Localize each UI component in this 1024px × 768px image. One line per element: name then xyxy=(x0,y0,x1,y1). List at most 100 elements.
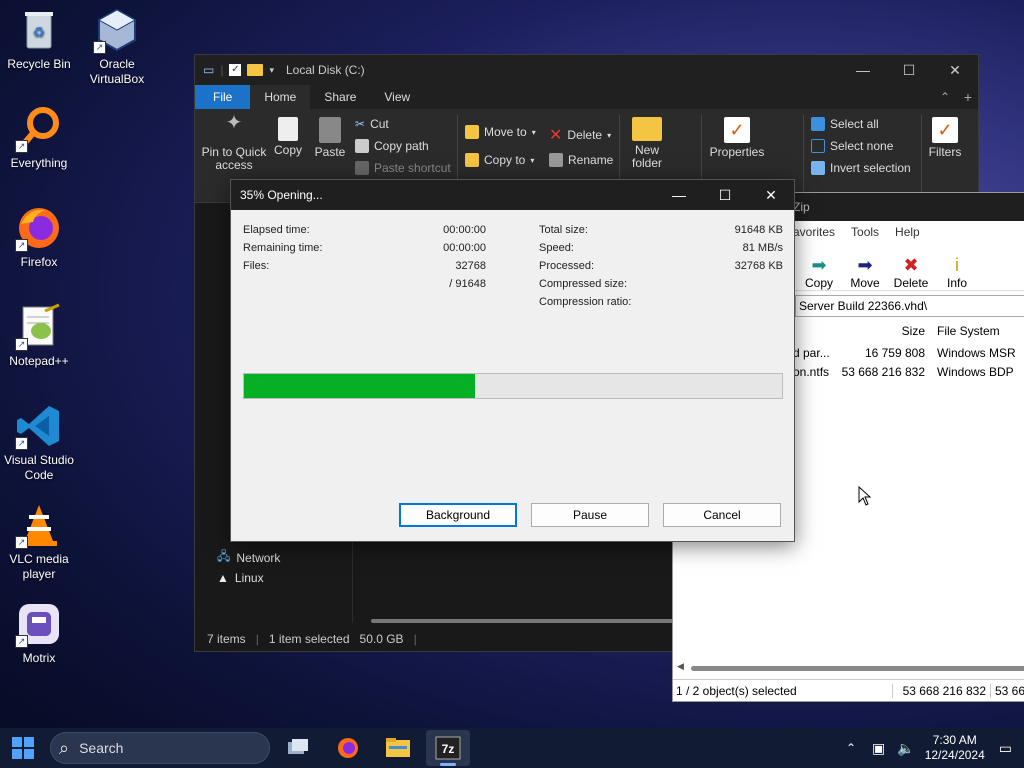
progress-bar xyxy=(243,373,783,399)
desktop-icon-vscode[interactable]: ↗ Visual Studio Code xyxy=(0,402,78,483)
filters-button[interactable]: ✓ Filters xyxy=(927,117,963,159)
shortcut-arrow-icon: ↗ xyxy=(15,635,28,648)
move-to-icon xyxy=(465,125,479,139)
file-size: 53 668 216 832 xyxy=(841,364,925,379)
show-hidden-icons-chevron-icon[interactable]: ⌃ xyxy=(846,741,856,755)
notepad-plus-plus-icon: ↗ xyxy=(15,303,63,351)
background-button[interactable]: Background xyxy=(399,503,517,527)
volume-muted-icon[interactable]: 🔈 xyxy=(897,740,914,757)
taskbar-firefox[interactable] xyxy=(326,730,370,766)
taskbar-search-box[interactable]: ⌕ Search xyxy=(50,732,270,764)
column-file-system[interactable]: File System xyxy=(933,324,1024,338)
scroll-thumb[interactable] xyxy=(691,666,1024,671)
desktop-icon-label: Oracle VirtualBox xyxy=(89,57,145,86)
start-button[interactable] xyxy=(0,728,46,768)
tab-share[interactable]: Share xyxy=(310,85,370,109)
vscode-icon: ↗ xyxy=(15,402,63,450)
filters-icon: ✓ xyxy=(932,117,958,143)
pause-button[interactable]: Pause xyxy=(531,503,649,527)
desktop-icon-label: Firefox xyxy=(20,255,58,269)
taskbar-clock[interactable]: 7:30 AM 12/24/2024 xyxy=(925,733,985,763)
help-plus-icon[interactable]: + xyxy=(964,89,972,105)
menu-favorites[interactable]: avorites xyxy=(793,225,835,239)
new-folder-button[interactable]: New folder xyxy=(627,117,667,170)
total-size-value: 91648 KB xyxy=(734,224,783,236)
close-button[interactable]: ✕ xyxy=(748,180,794,210)
rename-button[interactable]: Rename xyxy=(549,153,613,167)
properties-check-icon[interactable]: ✓ xyxy=(229,64,242,76)
network-icon[interactable]: ▣ xyxy=(872,740,885,757)
column-size[interactable]: Size xyxy=(833,324,933,338)
nav-item-network[interactable]: 🖧 Network xyxy=(217,547,280,568)
menu-help[interactable]: Help xyxy=(895,225,920,239)
extract-progress-dialog: 35% Opening... — ☐ ✕ Elapsed time: 00:00… xyxy=(230,179,795,542)
invert-selection-button[interactable]: Invert selection xyxy=(811,161,911,175)
pin-quick-access-button[interactable]: ✦ Pin to Quick access xyxy=(201,113,267,172)
tab-file[interactable]: File xyxy=(195,85,251,109)
desktop-icon-vlc[interactable]: ↗ VLC media player xyxy=(0,501,78,582)
zip-tool-label: Copy xyxy=(804,276,833,290)
delete-button[interactable]: ✕ Delete ▾ xyxy=(549,125,611,145)
zip-info-button[interactable]: i Info xyxy=(939,254,975,290)
select-all-button[interactable]: Select all xyxy=(811,117,879,131)
copy-arrow-icon: ➡ xyxy=(811,255,827,275)
move-to-button[interactable]: Move to ▾ xyxy=(465,125,536,139)
select-none-button[interactable]: Select none xyxy=(811,139,893,153)
processed-label: Processed: xyxy=(539,260,595,272)
paste-shortcut-button[interactable]: Paste shortcut xyxy=(355,161,451,175)
properties-button[interactable]: ✓ Properties xyxy=(709,117,765,159)
7zip-icon: 7z xyxy=(435,736,461,760)
svg-text:♻: ♻ xyxy=(33,24,46,40)
desktop-icon-recycle-bin[interactable]: ♻ Recycle Bin xyxy=(0,6,78,72)
copy-button[interactable]: Copy xyxy=(271,117,305,157)
cut-button[interactable]: ✂ Cut xyxy=(355,117,389,131)
delete-label: Delete xyxy=(567,128,603,142)
menu-tools[interactable]: Tools xyxy=(851,225,879,239)
select-none-label: Select none xyxy=(830,139,894,153)
scroll-left-icon[interactable]: ◀ xyxy=(677,661,684,672)
desktop-icon-virtualbox[interactable]: ↗ Oracle VirtualBox xyxy=(78,6,156,87)
tab-home[interactable]: Home xyxy=(250,85,311,109)
zip-delete-button[interactable]: ✖ Delete xyxy=(893,254,929,290)
notification-center-icon[interactable]: ▭ xyxy=(999,740,1012,757)
zip-copy-button[interactable]: ➡ Copy xyxy=(801,254,837,290)
paste-shortcut-label: Paste shortcut xyxy=(374,161,451,175)
ribbon-separator xyxy=(803,115,804,195)
paste-button[interactable]: Paste xyxy=(313,117,347,159)
copy-path-button[interactable]: Copy path xyxy=(355,139,429,153)
qat-dropdown-icon[interactable]: ▾ xyxy=(269,65,274,76)
zip-tool-label: Delete xyxy=(893,276,929,290)
desktop-icon-motrix[interactable]: ↗ Motrix xyxy=(0,600,78,666)
desktop-icon-label: Everything xyxy=(10,156,68,170)
new-folder-icon[interactable] xyxy=(247,64,264,76)
select-all-label: Select all xyxy=(830,117,879,131)
desktop-icon-label: VLC media player xyxy=(9,552,69,581)
maximize-button[interactable]: ☐ xyxy=(886,55,932,85)
zip-address-bar[interactable]: Server Build 22366.vhd\ xyxy=(795,295,1024,317)
zip-horizontal-scrollbar[interactable]: ◀ xyxy=(677,661,1024,673)
desktop-icon-notepadpp[interactable]: ↗ Notepad++ xyxy=(0,303,78,369)
delete-x-icon: ✖ xyxy=(903,255,919,275)
ribbon-collapse-icon[interactable]: ⌃ xyxy=(940,90,950,104)
rename-icon xyxy=(549,153,563,167)
nav-item-linux[interactable]: ▲ Linux xyxy=(217,571,264,585)
desktop-icon-firefox[interactable]: ↗ Firefox xyxy=(0,204,78,270)
taskbar-7zip[interactable]: 7z xyxy=(426,730,470,766)
task-view-button[interactable] xyxy=(276,730,320,766)
close-button[interactable]: ✕ xyxy=(932,55,978,85)
desktop-icon-everything[interactable]: ↗ Everything xyxy=(0,105,78,171)
minimize-button[interactable]: — xyxy=(840,55,886,85)
move-to-label: Move to xyxy=(484,125,527,139)
zip-move-button[interactable]: ➡ Move xyxy=(847,254,883,290)
copy-to-button[interactable]: Copy to ▾ xyxy=(465,153,534,167)
file-system: Windows MSR xyxy=(937,345,1016,360)
taskbar: ⌕ Search 7z ⌃ ▣ 🔈 7:30 AM 12/24/2024 ▭ xyxy=(0,728,1024,768)
cancel-button[interactable]: Cancel xyxy=(663,503,781,527)
copy-label: Copy xyxy=(273,143,302,157)
taskbar-file-explorer[interactable] xyxy=(376,730,420,766)
shortcut-arrow-icon: ↗ xyxy=(15,140,28,153)
minimize-button[interactable]: — xyxy=(656,180,702,210)
tab-view[interactable]: View xyxy=(370,85,424,109)
folder-icon xyxy=(632,117,662,141)
maximize-button[interactable]: ☐ xyxy=(702,180,748,210)
